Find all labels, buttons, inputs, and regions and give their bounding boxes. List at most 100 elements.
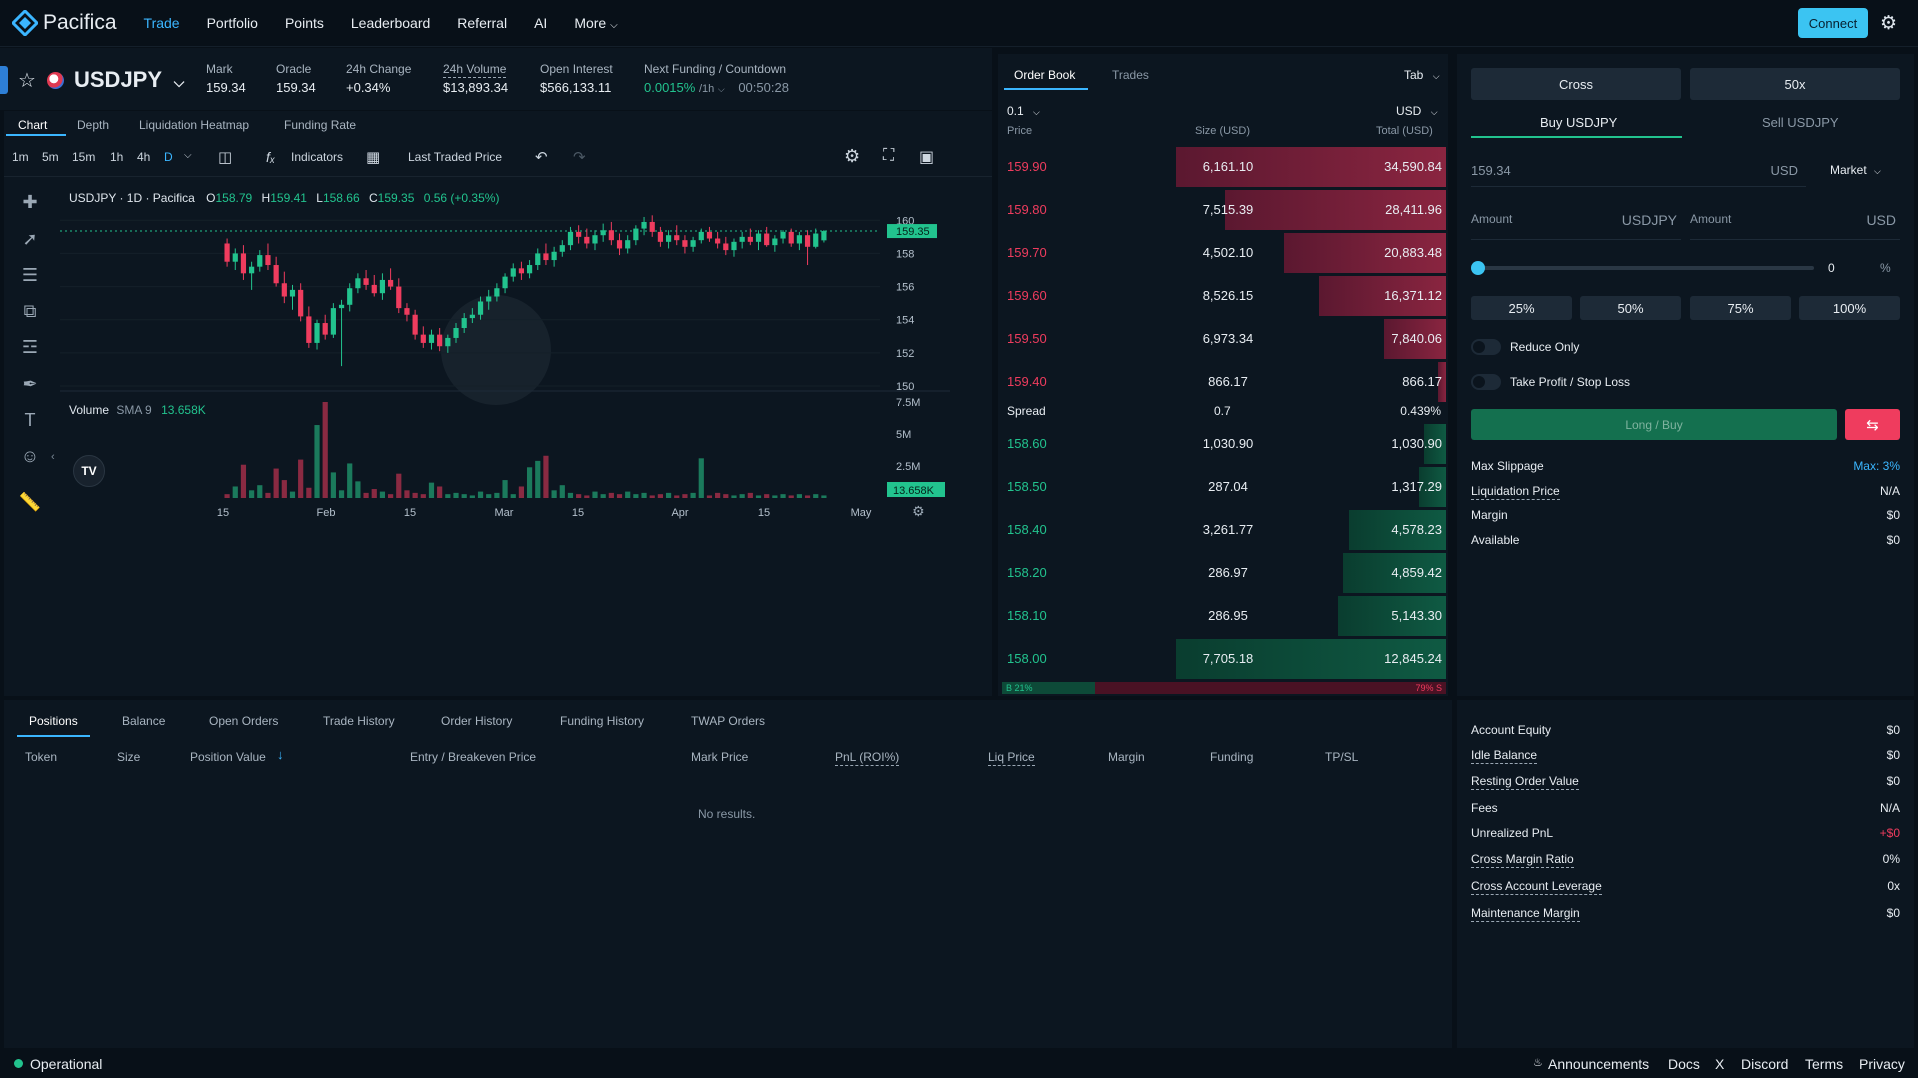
nav-more[interactable]: More ⌵ bbox=[574, 15, 617, 31]
ask-row[interactable]: 159.80 7,515.39 28,411.96 bbox=[1002, 190, 1446, 230]
ask-row[interactable]: 159.90 6,161.10 34,590.84 bbox=[1002, 147, 1446, 187]
tab-sell[interactable]: Sell USDJPY bbox=[1762, 115, 1839, 130]
pct-100-button[interactable]: 100% bbox=[1799, 296, 1900, 320]
camera-icon[interactable]: ▣ bbox=[919, 147, 934, 167]
bid-row[interactable]: 158.40 3,261.77 4,578.23 bbox=[1002, 510, 1446, 550]
tab-order-history[interactable]: Order History bbox=[441, 714, 512, 728]
ask-row[interactable]: 159.40 866.17 866.17 bbox=[1002, 362, 1446, 402]
tab-liquidation-heatmap[interactable]: Liquidation Heatmap bbox=[139, 118, 249, 132]
layout-grid-icon[interactable]: ▦ bbox=[366, 148, 380, 166]
column-5[interactable]: PnL (ROI%) bbox=[835, 750, 900, 766]
column-4[interactable]: Mark Price bbox=[691, 750, 748, 764]
interval-15m[interactable]: 15m bbox=[72, 150, 95, 164]
footer-announcements[interactable]: Announcements bbox=[1548, 1056, 1649, 1072]
undo-icon[interactable]: ↶ bbox=[535, 148, 548, 166]
pattern-icon[interactable]: ⧉ bbox=[18, 301, 42, 325]
tab-balance[interactable]: Balance bbox=[122, 714, 165, 728]
column-1[interactable]: Size bbox=[117, 750, 140, 764]
footer-x[interactable]: X bbox=[1715, 1056, 1724, 1072]
footer-docs[interactable]: Docs bbox=[1668, 1056, 1700, 1072]
interval-5m[interactable]: 5m bbox=[42, 150, 59, 164]
column-2[interactable]: Position Value bbox=[190, 750, 266, 764]
price-source-button[interactable]: Last Traded Price bbox=[408, 150, 502, 164]
interval-d[interactable]: D bbox=[164, 150, 173, 164]
tab-open-orders[interactable]: Open Orders bbox=[209, 714, 278, 728]
chevron-down-icon[interactable]: ⌵ bbox=[184, 150, 192, 161]
logo[interactable]: Pacifica bbox=[12, 10, 117, 36]
order-type-select[interactable]: Market ⌵ bbox=[1830, 163, 1881, 177]
column-7[interactable]: Margin bbox=[1108, 750, 1145, 764]
text-tool-icon[interactable]: T bbox=[18, 410, 42, 434]
leverage-button[interactable]: 50x bbox=[1690, 68, 1900, 100]
brush-icon[interactable]: ✒ bbox=[18, 374, 42, 398]
ask-row[interactable]: 159.60 8,526.15 16,371.12 bbox=[1002, 276, 1446, 316]
tab-funding-history[interactable]: Funding History bbox=[560, 714, 644, 728]
bid-row[interactable]: 158.20 286.97 4,859.42 bbox=[1002, 553, 1446, 593]
ask-row[interactable]: 159.50 6,973.34 7,840.06 bbox=[1002, 319, 1446, 359]
column-0[interactable]: Token bbox=[25, 750, 57, 764]
ruler-icon[interactable]: 📏 bbox=[18, 492, 42, 516]
candle-style-icon[interactable]: ◫ bbox=[218, 148, 232, 166]
fullscreen-icon[interactable]: ⛶ bbox=[883, 147, 894, 165]
column-8[interactable]: Funding bbox=[1210, 750, 1253, 764]
nav-portfolio[interactable]: Portfolio bbox=[207, 15, 258, 31]
nav-points[interactable]: Points bbox=[285, 15, 324, 31]
bid-row[interactable]: 158.60 1,030.90 1,030.90 bbox=[1002, 424, 1446, 464]
nav-leaderboard[interactable]: Leaderboard bbox=[351, 15, 430, 31]
indicators-icon[interactable]: fₓ bbox=[266, 149, 275, 165]
precision-select[interactable]: 0.1 ⌵ bbox=[1007, 104, 1040, 118]
redo-icon[interactable]: ↷ bbox=[573, 148, 586, 166]
submit-button[interactable]: Long / Buy bbox=[1471, 409, 1837, 440]
nav-ai[interactable]: AI bbox=[534, 15, 547, 31]
indicators-button[interactable]: Indicators bbox=[291, 150, 343, 164]
bid-row[interactable]: 158.10 286.95 5,143.30 bbox=[1002, 596, 1446, 636]
price-input[interactable]: 159.34 USD bbox=[1471, 155, 1806, 187]
star-icon[interactable]: ☆ bbox=[18, 68, 36, 93]
market-selector[interactable]: USDJPY ⌵ bbox=[74, 67, 184, 93]
margin-mode-button[interactable]: Cross bbox=[1471, 68, 1681, 100]
ask-row[interactable]: 159.70 4,502.10 20,883.48 bbox=[1002, 233, 1446, 273]
interval-1m[interactable]: 1m bbox=[12, 150, 29, 164]
column-3[interactable]: Entry / Breakeven Price bbox=[410, 750, 536, 764]
pct-25-button[interactable]: 25% bbox=[1471, 296, 1572, 320]
size-slider[interactable] bbox=[1474, 266, 1814, 270]
tpsl-toggle[interactable] bbox=[1471, 374, 1501, 390]
amount-input-quote[interactable]: Amount USD bbox=[1690, 206, 1900, 240]
amount-input-base[interactable]: Amount USDJPY bbox=[1471, 206, 1681, 240]
tab-funding-rate[interactable]: Funding Rate bbox=[284, 118, 356, 132]
currency-select[interactable]: USD ⌵ bbox=[1396, 104, 1438, 118]
collapse-toolbar-icon[interactable]: ‹ bbox=[51, 451, 55, 463]
slider-handle[interactable] bbox=[1471, 261, 1485, 275]
orderbook-view-select[interactable]: Tab ⌵ bbox=[1404, 68, 1440, 82]
bid-row[interactable]: 158.50 287.04 1,317.29 bbox=[1002, 467, 1446, 507]
tab-trade-history[interactable]: Trade History bbox=[323, 714, 395, 728]
tab-order-book[interactable]: Order Book bbox=[1014, 68, 1075, 82]
reduce-only-toggle[interactable] bbox=[1471, 339, 1501, 355]
interval-4h[interactable]: 4h bbox=[137, 150, 150, 164]
trendline-icon[interactable]: ➚ bbox=[18, 229, 42, 253]
chart-settings-icon[interactable]: ⚙ bbox=[844, 146, 860, 167]
nav-trade[interactable]: Trade bbox=[144, 15, 180, 31]
projection-icon[interactable]: ☲ bbox=[18, 337, 42, 361]
fib-lines-icon[interactable]: ☰ bbox=[18, 265, 42, 289]
footer-terms[interactable]: Terms bbox=[1805, 1056, 1843, 1072]
tab-depth[interactable]: Depth bbox=[77, 118, 109, 132]
pct-50-button[interactable]: 50% bbox=[1580, 296, 1681, 320]
sidebar-toggle[interactable] bbox=[0, 66, 8, 94]
pct-75-button[interactable]: 75% bbox=[1690, 296, 1791, 320]
gear-icon[interactable]: ⚙ bbox=[1880, 12, 1902, 34]
tab-twap-orders[interactable]: TWAP Orders bbox=[691, 714, 765, 728]
column-9[interactable]: TP/SL bbox=[1325, 750, 1358, 764]
footer-privacy[interactable]: Privacy bbox=[1859, 1056, 1905, 1072]
connect-button[interactable]: Connect bbox=[1798, 8, 1868, 38]
interval-1h[interactable]: 1h bbox=[110, 150, 123, 164]
chart-time-settings-icon[interactable]: ⚙ bbox=[912, 503, 925, 520]
funding-period[interactable]: /1h bbox=[699, 83, 714, 95]
sort-down-icon[interactable]: ↓ bbox=[277, 747, 284, 762]
tab-buy[interactable]: Buy USDJPY bbox=[1540, 115, 1617, 130]
tradingview-logo-icon[interactable]: TV bbox=[73, 455, 105, 487]
column-6[interactable]: Liq Price bbox=[988, 750, 1035, 766]
slider-value[interactable]: 0 bbox=[1828, 261, 1835, 275]
footer-discord[interactable]: Discord bbox=[1741, 1056, 1788, 1072]
nav-referral[interactable]: Referral bbox=[457, 15, 507, 31]
